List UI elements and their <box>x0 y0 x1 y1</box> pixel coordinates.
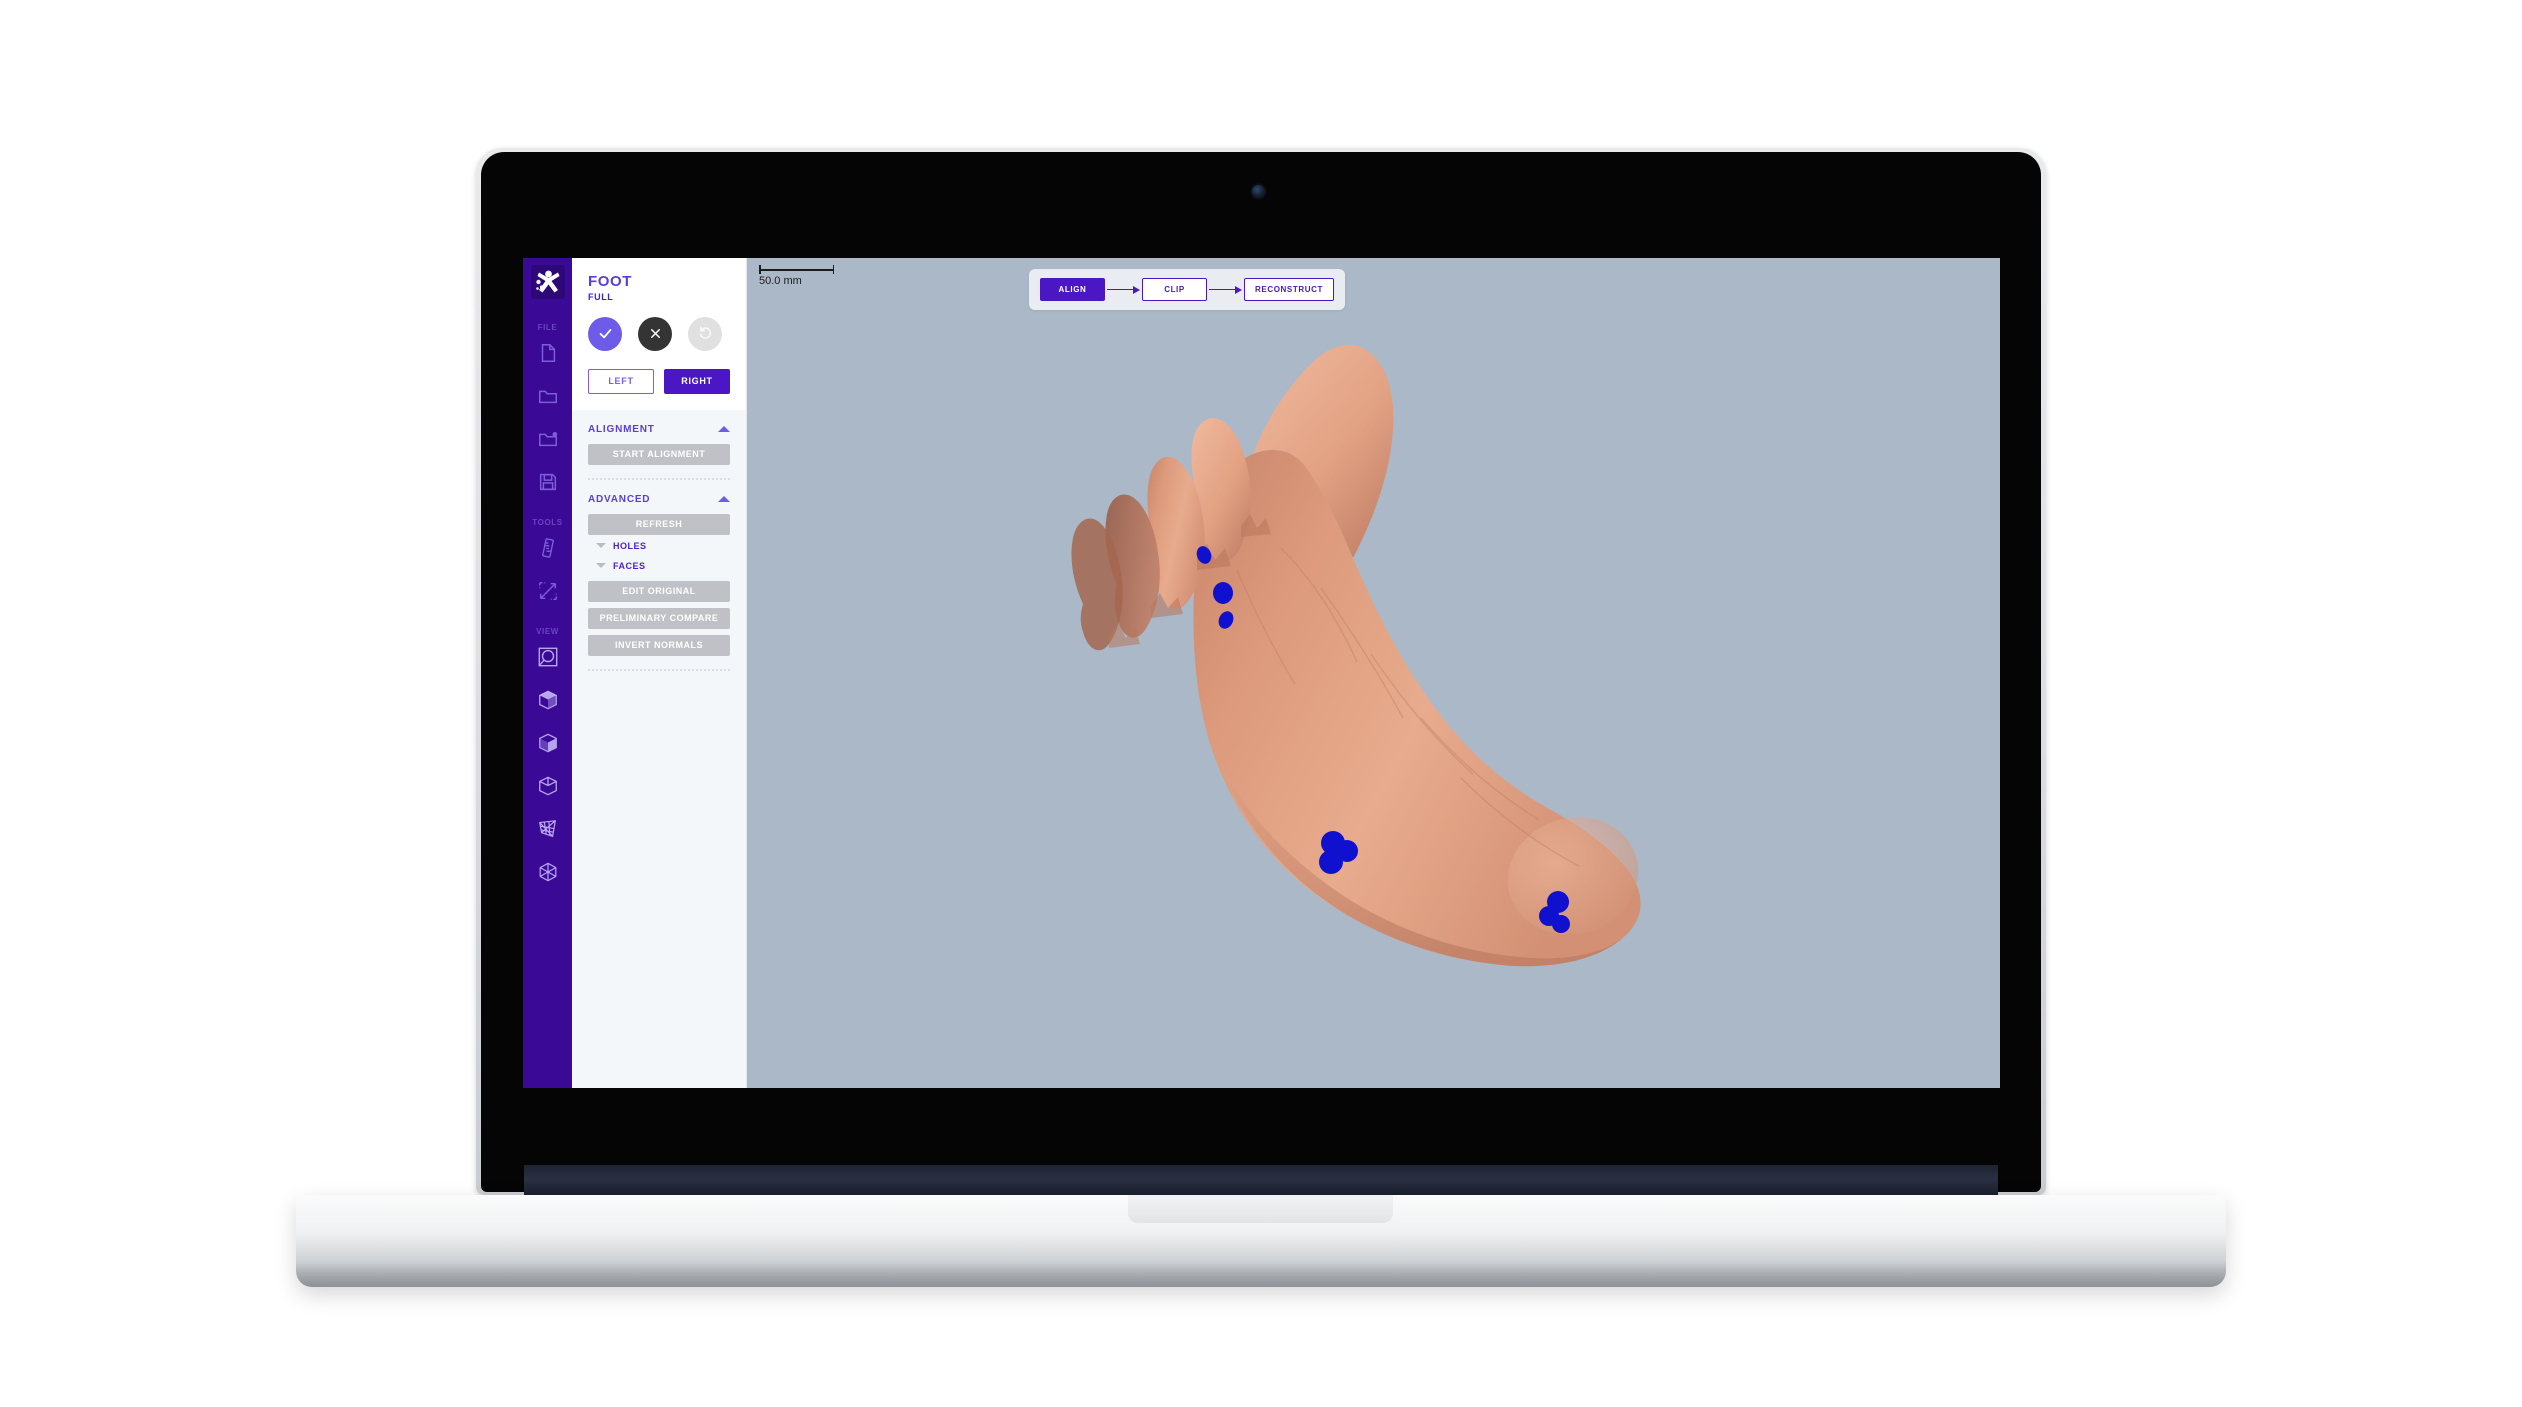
section-title-alignment: ALIGNMENT <box>588 423 655 435</box>
ruler-icon[interactable] <box>533 533 562 562</box>
advanced-button-stack: EDIT ORIGINAL PRELIMINARY COMPARE INVERT… <box>588 580 730 656</box>
rail-group-label-view: VIEW <box>536 627 559 636</box>
reset-button[interactable] <box>688 316 722 351</box>
viewport-3d[interactable]: 50.0 mm ALIGN CLIP RECONSTRUCT <box>747 258 2000 1088</box>
check-icon <box>599 329 611 339</box>
polygon-icon[interactable] <box>533 857 562 886</box>
human-figure-logo[interactable] <box>530 265 565 299</box>
foot-scan-mesh[interactable] <box>747 258 2000 1088</box>
icon-rail: FILE TOOLS VIEW <box>523 258 572 1088</box>
chevron-down-icon[interactable] <box>596 543 606 549</box>
chevron-up-icon[interactable] <box>718 496 730 503</box>
side-panel: FOOT FULL LEFT RIGHT ALIGNMENT START ALI… <box>572 258 747 1088</box>
section-title-advanced: ADVANCED <box>588 493 651 505</box>
start-alignment-button[interactable]: START ALIGNMENT <box>588 443 730 465</box>
confirm-button[interactable] <box>588 316 622 351</box>
close-icon <box>650 329 660 339</box>
action-button-row <box>588 316 730 351</box>
trackpad-notch <box>1128 1195 1393 1223</box>
section-header-advanced[interactable]: ADVANCED <box>588 494 730 505</box>
foot-mesh-geometry <box>1071 345 1641 967</box>
subsection-holes[interactable]: HOLES <box>596 541 730 551</box>
viewport-circle-icon[interactable] <box>533 642 562 671</box>
new-file-icon[interactable] <box>533 338 562 367</box>
subsection-label-faces: FACES <box>613 560 646 571</box>
open-folder-icon[interactable] <box>533 381 562 410</box>
rail-group-label-file: FILE <box>537 323 558 332</box>
subsection-label-holes: HOLES <box>613 540 647 551</box>
invert-normals-button[interactable]: INVERT NORMALS <box>588 634 730 656</box>
open-folder-add-icon[interactable] <box>533 424 562 453</box>
left-foot-button[interactable]: LEFT <box>588 368 654 394</box>
subsection-faces[interactable]: FACES <box>596 561 730 571</box>
landmark-marker <box>1213 582 1233 604</box>
resize-icon[interactable] <box>533 576 562 605</box>
undo-icon <box>699 326 711 339</box>
cube-solid-icon[interactable] <box>533 728 562 757</box>
cube-outline-icon[interactable] <box>533 771 562 800</box>
side-toggle-row: LEFT RIGHT <box>588 368 730 410</box>
edit-original-button[interactable]: EDIT ORIGINAL <box>588 580 730 602</box>
chevron-up-icon[interactable] <box>718 426 730 433</box>
laptop-scene: FILE TOOLS VIEW FOOT FULL LEFT RIGHT ALI… <box>0 0 2522 1407</box>
page-subtitle: FULL <box>588 291 614 302</box>
mesh-grid-icon[interactable] <box>533 814 562 843</box>
right-foot-button[interactable]: RIGHT <box>664 368 730 394</box>
cancel-button[interactable] <box>638 316 672 351</box>
save-disk-icon[interactable] <box>533 467 562 496</box>
webcam-icon <box>1252 185 1265 198</box>
refresh-button[interactable]: REFRESH <box>588 513 730 535</box>
divider <box>588 477 730 480</box>
rail-group-label-tools: TOOLS <box>532 518 563 527</box>
chevron-down-icon[interactable] <box>596 563 606 569</box>
section-header-alignment[interactable]: ALIGNMENT <box>588 424 730 435</box>
cube-shaded-icon[interactable] <box>533 685 562 714</box>
preliminary-compare-button[interactable]: PRELIMINARY COMPARE <box>588 607 730 629</box>
panel-header: FOOT FULL LEFT RIGHT <box>572 258 746 410</box>
landmark-marker <box>1552 915 1570 933</box>
landmark-marker <box>1319 850 1343 874</box>
page-title: FOOT <box>588 273 633 290</box>
application-screen: FILE TOOLS VIEW FOOT FULL LEFT RIGHT ALI… <box>523 258 2000 1088</box>
panel-body: ALIGNMENT START ALIGNMENT ADVANCED REFRE… <box>572 409 746 1088</box>
divider <box>588 668 730 671</box>
